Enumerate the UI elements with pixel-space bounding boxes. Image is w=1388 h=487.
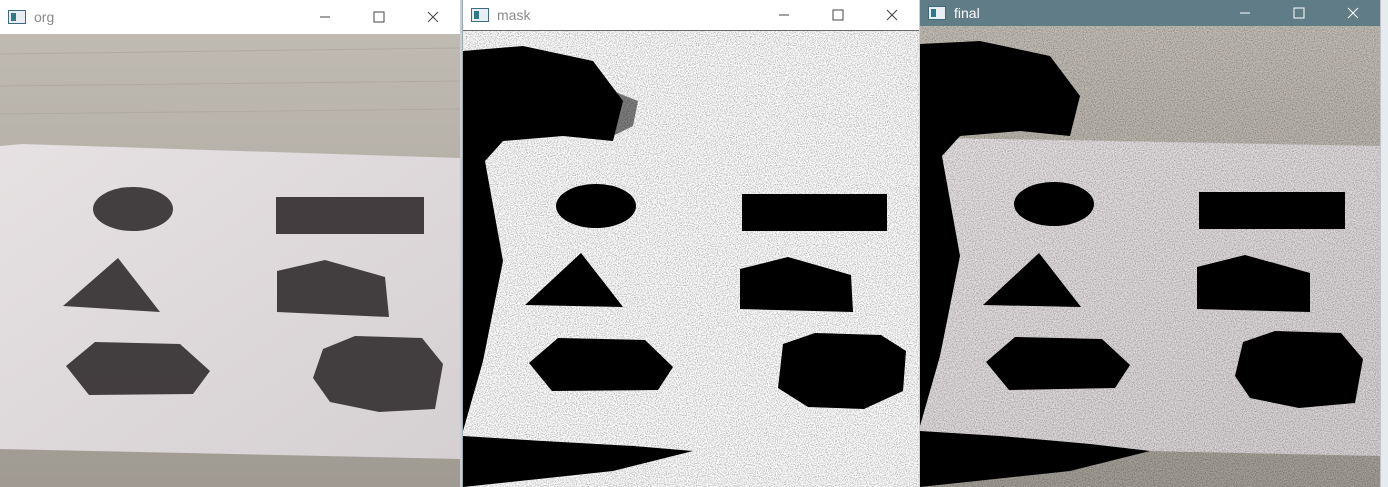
minimize-button[interactable] — [298, 0, 352, 34]
app-icon — [8, 10, 26, 24]
minimize-icon — [779, 14, 789, 16]
minimize-button[interactable] — [1218, 0, 1272, 26]
close-icon — [427, 11, 439, 23]
maximize-button[interactable] — [1272, 0, 1326, 26]
window-mask[interactable]: mask — [462, 0, 919, 487]
maximize-icon — [1293, 7, 1305, 19]
titlebar-mask[interactable]: mask — [463, 0, 919, 31]
close-button[interactable] — [1326, 0, 1380, 26]
image-mask — [463, 31, 919, 487]
app-icon — [928, 6, 946, 20]
close-icon — [1347, 7, 1359, 19]
minimize-button[interactable] — [757, 0, 811, 30]
image-org — [0, 34, 460, 487]
minimize-icon — [1240, 12, 1250, 14]
close-button[interactable] — [865, 0, 919, 30]
titlebar-final[interactable]: final — [920, 0, 1380, 26]
window-org[interactable]: org — [0, 0, 460, 487]
window-title-final: final — [954, 5, 980, 21]
desktop-edge — [1380, 0, 1388, 487]
window-title-mask: mask — [497, 7, 531, 23]
close-icon — [886, 9, 898, 21]
maximize-button[interactable] — [811, 0, 865, 30]
app-icon — [471, 8, 489, 22]
maximize-button[interactable] — [352, 0, 406, 34]
close-button[interactable] — [406, 0, 460, 34]
window-final[interactable]: final — [920, 0, 1380, 487]
maximize-icon — [832, 9, 844, 21]
window-title-org: org — [34, 9, 55, 25]
image-final — [920, 26, 1380, 487]
minimize-icon — [320, 16, 330, 18]
titlebar-org[interactable]: org — [0, 0, 460, 34]
maximize-icon — [373, 11, 385, 23]
